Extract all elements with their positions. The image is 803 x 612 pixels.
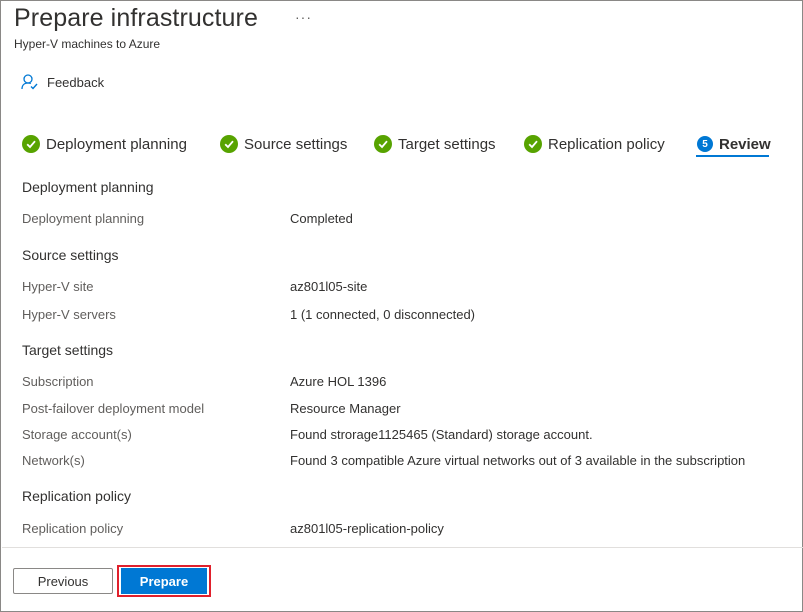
tab-target-settings[interactable]: Target settings — [374, 132, 496, 156]
row-value: az801l05-site — [290, 279, 368, 294]
row-value: Resource Manager — [290, 401, 401, 416]
active-tab-indicator — [696, 155, 769, 157]
feedback-label: Feedback — [47, 74, 105, 90]
row-value: 1 (1 connected, 0 disconnected) — [290, 307, 476, 322]
section-heading-replication-policy: Replication policy — [22, 488, 131, 504]
tab-label: Deployment planning — [46, 135, 187, 153]
previous-button[interactable]: Previous — [13, 568, 113, 594]
row-value: Found 3 compatible Azure virtual network… — [290, 453, 746, 468]
check-circle-icon — [524, 135, 542, 153]
feedback-icon — [20, 73, 38, 91]
tab-label: Replication policy — [548, 135, 665, 153]
footer-divider — [2, 547, 803, 548]
prepare-infrastructure-blade: Prepare infrastructure ··· Hyper-V machi… — [0, 0, 803, 612]
feedback-button[interactable]: Feedback — [20, 71, 104, 93]
row-label: Post-failover deployment model — [22, 401, 205, 416]
page-title: Prepare infrastructure — [14, 4, 258, 32]
section-heading-source-settings: Source settings — [22, 247, 119, 263]
row-label: Replication policy — [22, 521, 124, 536]
check-circle-icon — [374, 135, 392, 153]
row-label: Storage account(s) — [22, 427, 132, 442]
row-label: Network(s) — [22, 453, 85, 468]
tab-source-settings[interactable]: Source settings — [220, 132, 347, 156]
row-value: az801l05-replication-policy — [290, 521, 444, 536]
row-value: Azure HOL 1396 — [290, 374, 387, 389]
tab-label: Target settings — [398, 135, 496, 153]
check-circle-icon — [220, 135, 238, 153]
prepare-button[interactable]: Prepare — [121, 568, 207, 594]
row-label: Hyper-V servers — [22, 307, 116, 322]
row-label: Deployment planning — [22, 211, 145, 226]
row-value: Found strorage1125465 (Standard) storage… — [290, 427, 593, 442]
check-circle-icon — [22, 135, 40, 153]
tab-deployment-planning[interactable]: Deployment planning — [22, 132, 187, 156]
step-number-badge: 5 — [697, 136, 713, 152]
row-value: Completed — [290, 211, 353, 226]
section-heading-target-settings: Target settings — [22, 342, 114, 358]
tab-review[interactable]: 5 Review — [697, 132, 771, 156]
row-label: Hyper-V site — [22, 279, 94, 294]
tab-label: Source settings — [244, 135, 348, 153]
section-heading-deployment-planning: Deployment planning — [22, 179, 154, 195]
tab-label: Review — [719, 135, 771, 153]
row-label: Subscription — [22, 374, 94, 389]
page-subtitle: Hyper-V machines to Azure — [14, 37, 161, 51]
more-options-icon[interactable]: ··· — [295, 9, 312, 25]
tab-replication-policy[interactable]: Replication policy — [524, 132, 665, 156]
